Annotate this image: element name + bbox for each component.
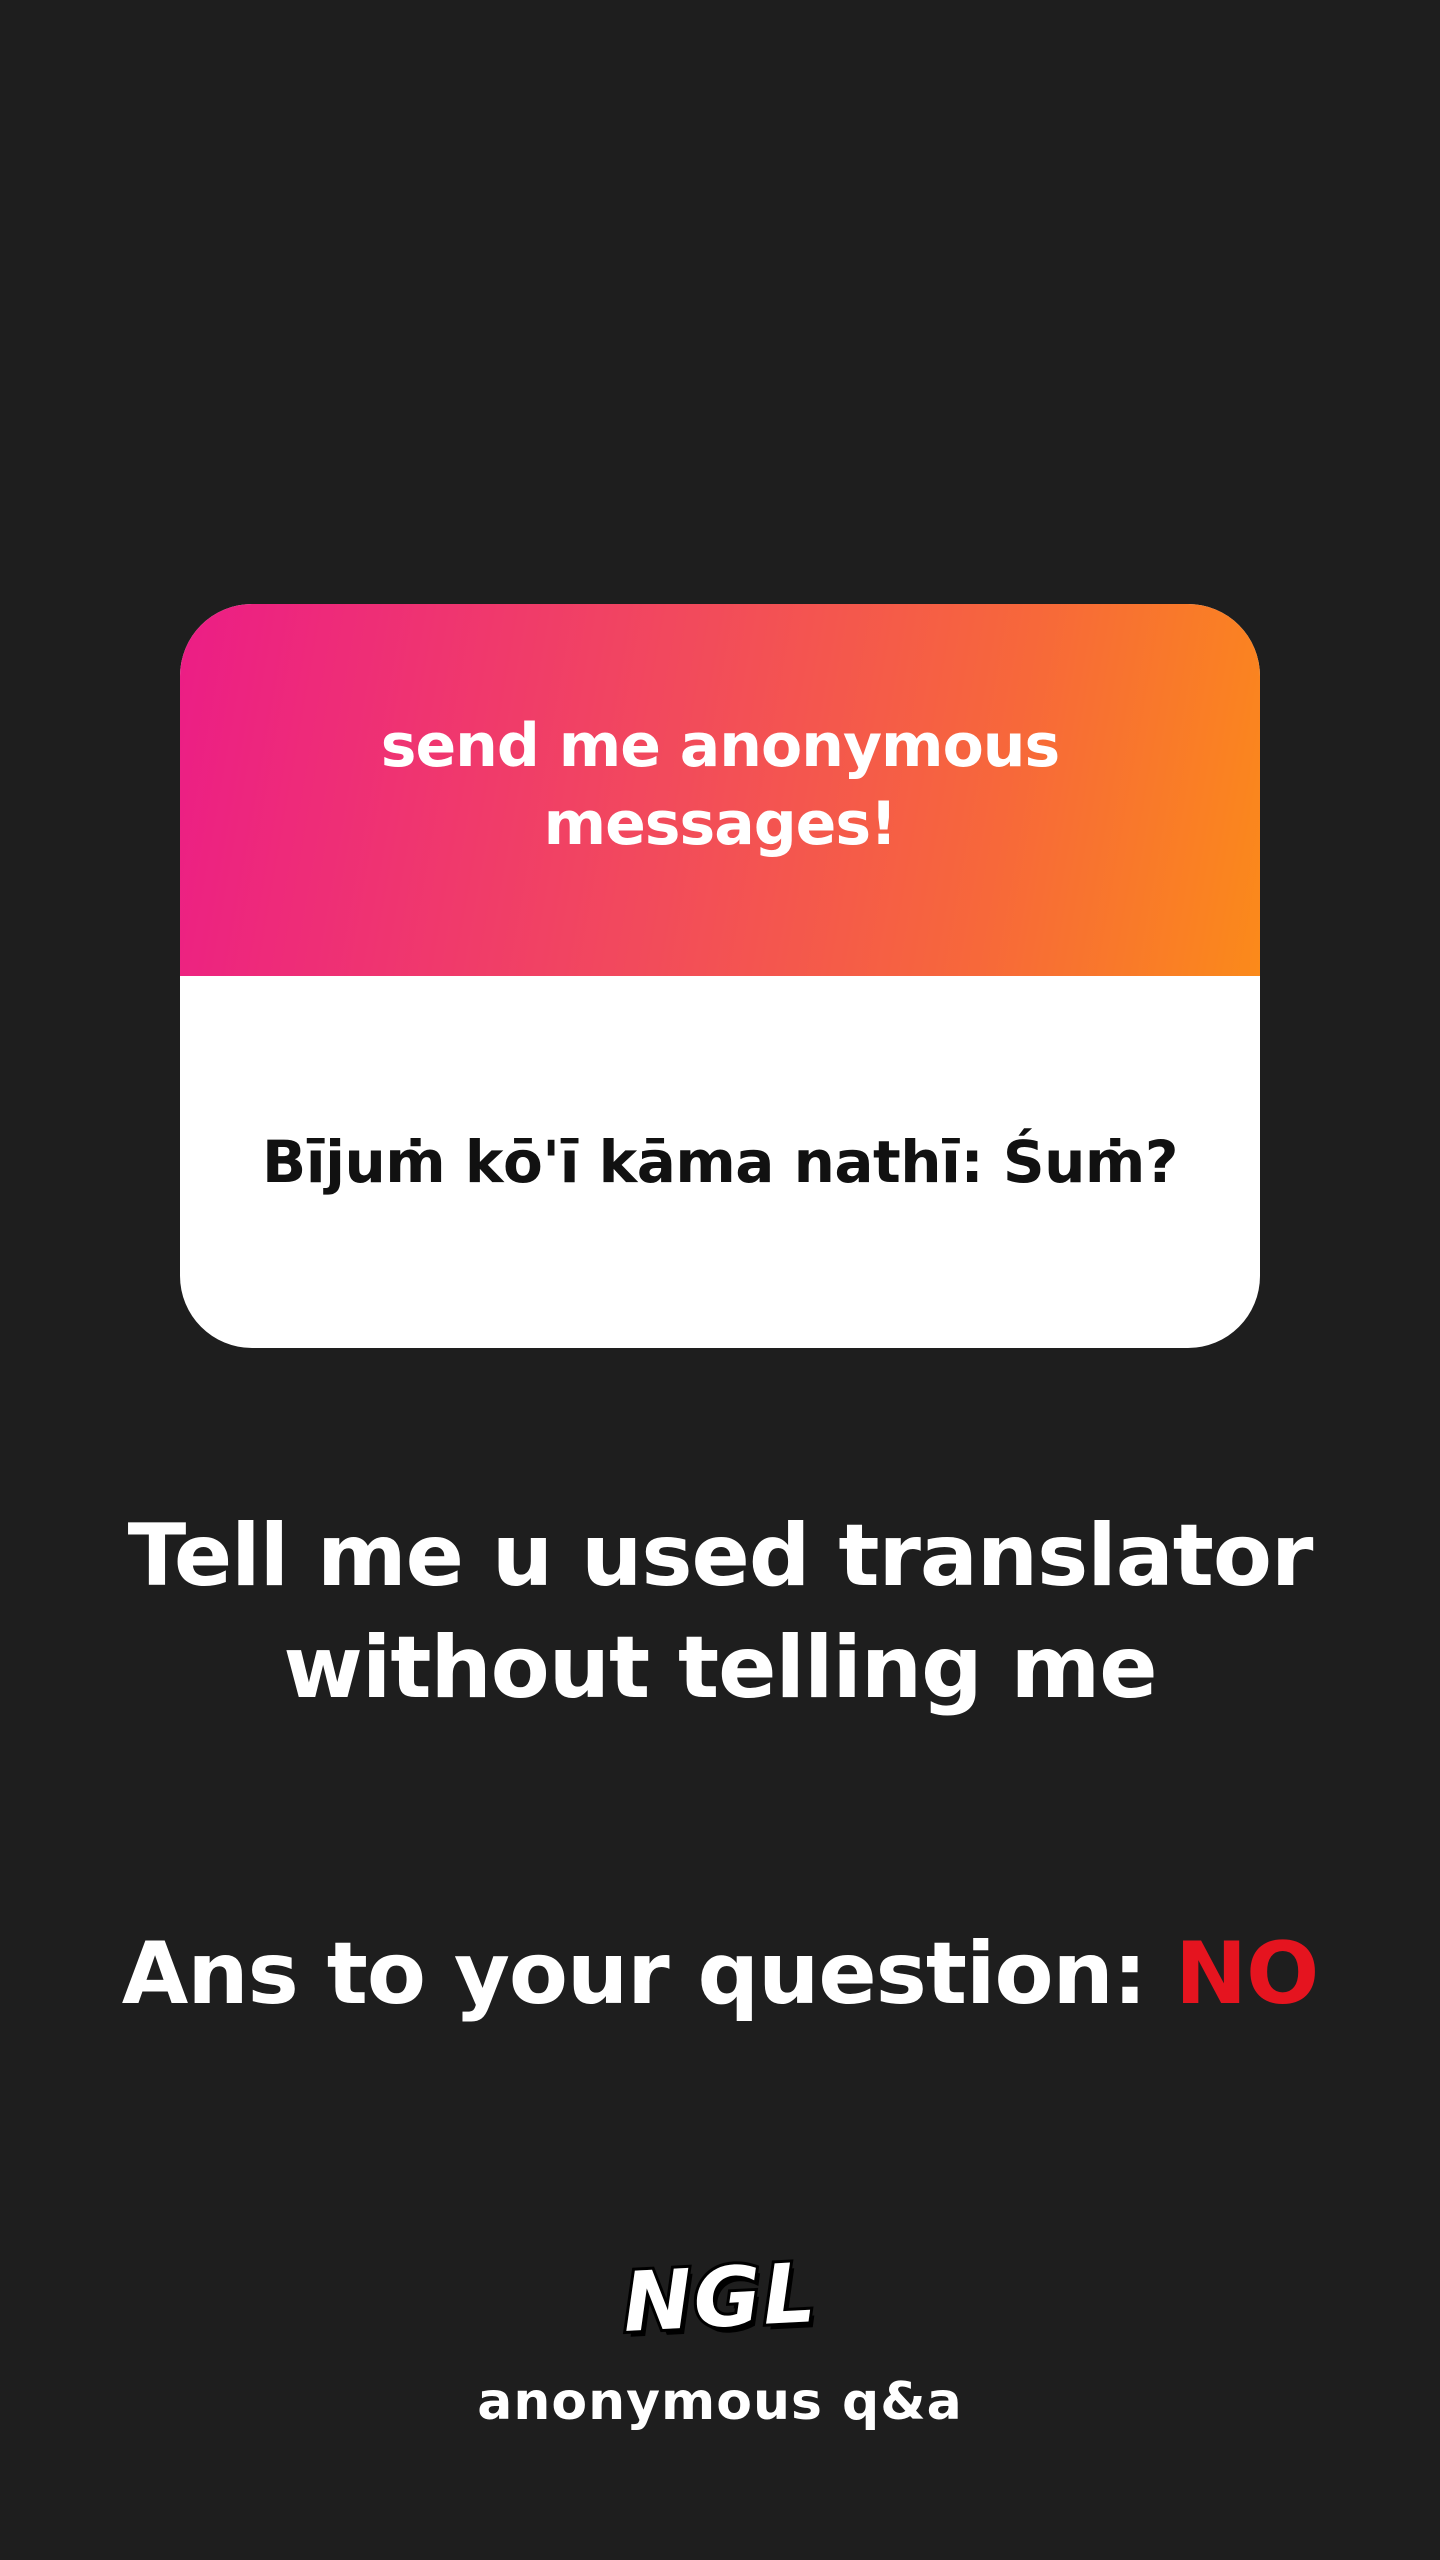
question-card: send me anonymous messages! Bījuṁ kō'ī k… bbox=[180, 604, 1260, 1348]
card-prompt: send me anonymous messages! bbox=[380, 711, 1060, 859]
reply-line-2: without telling me bbox=[283, 1618, 1157, 1718]
anonymous-message: Bījuṁ kō'ī kāma nathī: Śuṁ? bbox=[262, 1128, 1178, 1196]
ngl-logo-text: NGL bbox=[618, 2242, 823, 2353]
reply-line-1: Tell me u used translator bbox=[127, 1506, 1314, 1606]
answer-value: NO bbox=[1175, 1924, 1319, 2024]
card-body: Bījuṁ kō'ī kāma nathī: Śuṁ? bbox=[180, 976, 1260, 1348]
reply-text: Tell me u used translator without tellin… bbox=[120, 1500, 1320, 1724]
answer-prefix: Ans to your question: bbox=[121, 1924, 1176, 2024]
answer-text: Ans to your question: NO bbox=[80, 1918, 1360, 2030]
ngl-logo: NGL bbox=[0, 2238, 1440, 2358]
tagline: anonymous q&a bbox=[477, 2372, 963, 2432]
card-header: send me anonymous messages! bbox=[180, 604, 1260, 976]
